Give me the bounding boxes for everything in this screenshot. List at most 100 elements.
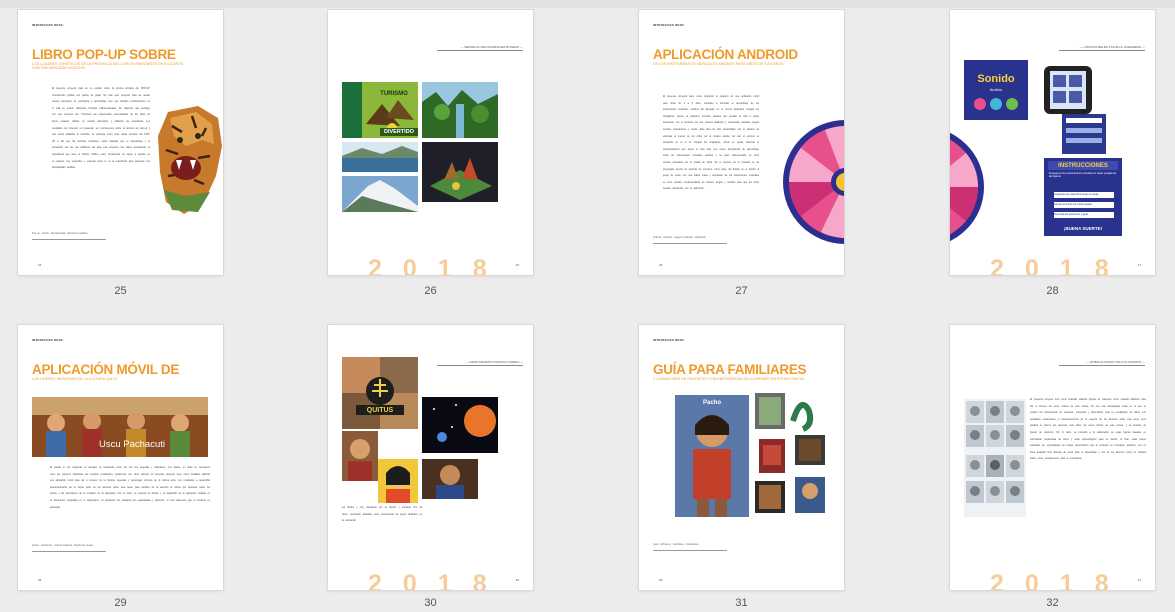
instructions-title: INSTRUCCIONES (1048, 161, 1118, 170)
instruction-step: Asegúrate que cada ficha tenga su pareja (1054, 192, 1114, 198)
lake-photo (342, 142, 418, 172)
page-thumbnail-32[interactable]: — ROBIN ALFONSO PALOTA GORDON — El prese… (950, 325, 1155, 590)
page-number-label: 30 (424, 597, 437, 609)
page-keywords: Pop-up · Carchi · Discapacidad · Educaci… (32, 232, 88, 235)
author-credit: — DAVID ERNESTO IDROVA CORREA — (465, 360, 523, 364)
turismo-divertido-cover-image: TURISMO DIVERTIDO (342, 82, 418, 138)
roulette-wheel-partial (950, 122, 984, 252)
page-number-label: 27 (735, 285, 748, 297)
keywords-divider (653, 243, 727, 244)
page-keywords: Android · Andinas · Juegos musicales · A… (653, 236, 706, 239)
page-body-text: El presente proyecto trata de un estudio… (52, 88, 150, 170)
quitus-label: QUITUS (356, 405, 404, 415)
page-title: APLICACIÓN MÓVIL DE (32, 362, 180, 377)
app-option-icon (974, 98, 986, 110)
pacho-label: Pacho (702, 400, 721, 406)
instructions-intro: El juego es de concentración consiste en… (1049, 172, 1117, 179)
keywords-divider (653, 550, 727, 551)
author-divider (437, 50, 523, 51)
page-thumbnail-25[interactable]: INTERFACES DESC. LIBRO POP-UP SOBRE LOS … (18, 10, 223, 275)
page-folio: 26 (659, 263, 663, 267)
year-decoration: 2018 (990, 570, 1130, 590)
banner-text: Uscu Pachacuti (98, 438, 165, 450)
page-thumbnail-31[interactable]: INTERFACES DESC. GUÍA PARA FAMILIARES Y … (639, 325, 844, 590)
page-header: INTERFACES DESC. (653, 23, 686, 27)
page-subtitle: DE LOS INSTRUMENTOS MUSICALES ANDINOS PA… (653, 62, 784, 66)
pacho-character-illustration: Pacho (675, 395, 749, 517)
page-header: INTERFACES DESC. (32, 338, 65, 342)
page-body-text: El presente proyecto tuvo como finalidad… (1030, 399, 1146, 461)
page-number-label: 32 (1046, 597, 1059, 609)
good-luck-label: ¡BUENA SUERTE! (1063, 225, 1103, 231)
divertido-label: DIVERTIDO (380, 128, 418, 136)
page-keywords: Guía · Alzheimer · Familiares · Cuidador… (653, 543, 699, 546)
uscu-pachacuti-banner: Uscu Pachacuti (32, 397, 208, 457)
planets-image (422, 397, 498, 453)
keywords-divider (32, 239, 106, 240)
author-credit: — ROBIN ALFONSO PALOTA GORDON — (1086, 360, 1145, 364)
page-body-text: El presente proyecto tiene como propósit… (663, 96, 759, 191)
top-toolbar-strip (0, 0, 1175, 8)
author-credit: — CRISTINA BELÉN TRUJILLO GUERRERO — (1079, 45, 1145, 49)
page-folio: 24 (38, 263, 42, 267)
figurines-photo-grid (964, 399, 1026, 517)
turismo-label: TURISMO (380, 91, 408, 97)
popup-scene-photo (422, 142, 498, 202)
page-subtitle: Y CUIDADORES DE PACIENTES CON ENFERMEDAD… (653, 377, 805, 381)
page-number-label: 28 (1046, 285, 1059, 297)
page-thumbnail-29[interactable]: INTERFACES DESC. APLICACIÓN MÓVIL DE LOS… (18, 325, 223, 590)
page-number-label: 26 (424, 285, 437, 297)
app-name-label: Sonido (977, 73, 1015, 85)
year-decoration: 2018 (368, 255, 508, 275)
page-title: GUÍA PARA FAMILIARES (653, 362, 807, 377)
tiger-popup-illustration (158, 106, 222, 216)
year-decoration: 2018 (990, 255, 1130, 275)
page-folio: 28 (38, 578, 42, 582)
author-credit: — SERVELIA IVER RODRIGUEZ ROSERO — (460, 45, 523, 49)
app-option-icon (990, 98, 1002, 110)
page-number-label: 25 (114, 285, 127, 297)
quitus-logo-image: QUITUS (342, 357, 418, 429)
page-subtitle: LOS LUGARES TURÍSTICOS DE LA PROVINCIA D… (32, 62, 184, 71)
instruction-step: Intenta encontrar dos cartas iguales (1054, 202, 1114, 208)
game-screen-mockup (1062, 114, 1106, 154)
volcano-photo (342, 176, 418, 212)
page-number-label: 31 (735, 597, 748, 609)
app-option-icon (1006, 98, 1018, 110)
page-header: INTERFACES DESC. (653, 338, 686, 342)
forest-photo (422, 82, 498, 138)
app-sub-label: Andino (989, 86, 1003, 92)
page-header: INTERFACES DESC. (32, 23, 65, 27)
instruction-step: Recuerda las posiciones y gana (1054, 212, 1114, 218)
year-decoration: 2018 (368, 570, 508, 590)
page-folio: 29 (515, 578, 519, 582)
keywords-divider (32, 551, 106, 552)
page-thumbnail-27[interactable]: INTERFACES DESC. APLICACIÓN ANDROID DE L… (639, 10, 844, 275)
instructions-panel: INSTRUCCIONES El juego es de concentraci… (1044, 158, 1122, 236)
author-divider (437, 365, 523, 366)
page-title: LIBRO POP-UP SOBRE (32, 47, 176, 62)
page-subtitle: LOS LÍDERES INDÍGENAS DE LA CULTURA QUIT… (32, 377, 118, 381)
page-thumbnail-28[interactable]: — CRISTINA BELÉN TRUJILLO GUERRERO — Son… (950, 10, 1155, 275)
warrior-character-image (422, 459, 478, 499)
girl-character-image (378, 459, 418, 503)
page-body-text: tes fáciles y muy llamativas por su dise… (342, 507, 422, 523)
page-folio: 30 (659, 578, 663, 582)
page-folio: 25 (515, 263, 519, 267)
page-title: APLICACIÓN ANDROID (653, 47, 798, 62)
page-body-text: El estado en los indígenas en Ecuador se… (50, 467, 210, 509)
instrument-roulette-wheel (781, 118, 844, 246)
page-thumbnail-26[interactable]: — SERVELIA IVER RODRIGUEZ ROSERO — TURIS… (328, 10, 533, 275)
page-keywords: Quitus · Ambientes · Cultura Indígena · … (32, 544, 93, 547)
phone-screen (1050, 71, 1086, 109)
character-portrait-image (342, 431, 378, 481)
page-thumbnail-30[interactable]: — DAVID ERNESTO IDROVA CORREA — QUITUS t… (328, 325, 533, 590)
page-folio: 27 (1137, 263, 1141, 267)
collectible-figures-grid (753, 391, 829, 521)
author-divider (1059, 50, 1145, 51)
author-divider (1059, 365, 1145, 366)
sonido-andino-logo: Sonido Andino (964, 60, 1028, 120)
phone-mockup (1044, 66, 1092, 114)
page-number-label: 29 (114, 597, 127, 609)
page-folio: 31 (1137, 578, 1141, 582)
